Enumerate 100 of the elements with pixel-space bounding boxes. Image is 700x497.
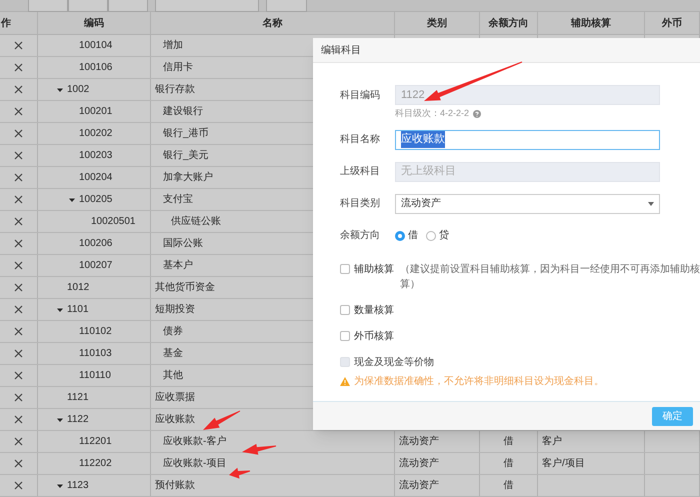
checkbox[interactable]: 数量核算 bbox=[340, 302, 394, 318]
delete-icon[interactable] bbox=[14, 217, 23, 226]
caret-icon[interactable] bbox=[69, 196, 75, 202]
delete-icon[interactable] bbox=[14, 415, 23, 424]
warning-icon bbox=[340, 376, 350, 386]
code-cell-text: 100201 bbox=[79, 105, 112, 119]
input-field: 无上级科目 bbox=[395, 162, 660, 182]
code-cell-text: 110110 bbox=[79, 369, 111, 383]
delete-icon[interactable] bbox=[14, 481, 23, 490]
radio-button[interactable]: 借 bbox=[395, 226, 418, 246]
checkbox[interactable]: 外币核算 bbox=[340, 328, 394, 344]
caret-icon[interactable] bbox=[57, 306, 63, 312]
column-header: 余额方向 bbox=[488, 16, 528, 30]
name-cell-text: 其他货币资金 bbox=[155, 280, 215, 295]
input-field: 1122 bbox=[395, 85, 660, 105]
table-cell-text: 流动资产 bbox=[399, 478, 439, 493]
table-cell-text: 客户 bbox=[542, 434, 562, 449]
delete-icon[interactable] bbox=[14, 459, 23, 468]
annotation-arrow bbox=[203, 410, 240, 430]
input-field[interactable]: 应收账款 bbox=[395, 130, 660, 150]
name-cell-text: 加拿大账户 bbox=[163, 170, 213, 185]
code-cell-text: 1123 bbox=[67, 479, 89, 493]
code-cell-text: 100106 bbox=[79, 61, 112, 75]
name-cell-text: 支付宝 bbox=[163, 192, 193, 207]
name-cell-text: 短期投资 bbox=[155, 302, 195, 317]
delete-icon[interactable] bbox=[14, 173, 23, 182]
code-cell-text: 100204 bbox=[79, 171, 112, 185]
delete-icon[interactable] bbox=[14, 283, 23, 292]
name-cell-text: 应收票据 bbox=[155, 390, 195, 405]
code-cell-text: 112201 bbox=[79, 435, 112, 449]
hint-text: （建议提前设置科目辅助核算，因为科目一经使用不可再添加辅助核算） bbox=[400, 262, 700, 292]
name-cell-text: 建设银行 bbox=[163, 104, 203, 119]
name-cell-text: 信用卡 bbox=[163, 60, 193, 75]
field-label: 上级科目 bbox=[340, 164, 381, 179]
column-header: 作 bbox=[1, 16, 11, 30]
name-cell-text: 应收账款-客户 bbox=[163, 434, 226, 449]
column-header: 编码 bbox=[84, 16, 104, 30]
delete-icon[interactable] bbox=[14, 371, 23, 380]
delete-icon[interactable] bbox=[14, 327, 23, 336]
code-cell-text: 1002 bbox=[67, 83, 90, 97]
name-cell-text: 增加 bbox=[163, 38, 183, 53]
delete-icon[interactable] bbox=[14, 151, 23, 160]
caret-icon[interactable] bbox=[57, 482, 63, 488]
name-cell-text: 应收账款-项目 bbox=[163, 456, 226, 471]
name-cell-text: 银行存款 bbox=[155, 83, 195, 97]
table-cell-text: 流动资产 bbox=[399, 456, 439, 471]
column-header: 类别 bbox=[427, 16, 447, 30]
name-cell-text: 其他 bbox=[163, 368, 183, 383]
annotation-arrow bbox=[242, 444, 276, 455]
table-cell-text: 借 bbox=[504, 457, 514, 471]
delete-icon[interactable] bbox=[14, 437, 23, 446]
column-header: 外币 bbox=[662, 16, 682, 30]
delete-icon[interactable] bbox=[14, 393, 23, 402]
caret-icon[interactable] bbox=[648, 202, 654, 206]
dialog-title: 编辑科目 bbox=[321, 44, 361, 58]
field-label: 科目编码 bbox=[340, 88, 381, 102]
caret-icon[interactable] bbox=[57, 86, 63, 92]
name-cell-text: 供应链公账 bbox=[171, 214, 221, 229]
field-label: 余额方向 bbox=[340, 228, 381, 243]
delete-icon[interactable] bbox=[14, 41, 23, 50]
delete-icon[interactable] bbox=[14, 349, 23, 358]
table-cell-text: 流动资产 bbox=[399, 434, 439, 449]
delete-icon[interactable] bbox=[14, 85, 23, 94]
radio-button[interactable]: 贷 bbox=[426, 226, 449, 246]
code-cell-text: 112202 bbox=[79, 457, 112, 471]
code-cell-text: 110102 bbox=[79, 325, 112, 339]
caret-icon[interactable] bbox=[57, 416, 63, 422]
delete-icon[interactable] bbox=[14, 129, 23, 138]
code-cell-text: 10020501 bbox=[91, 215, 136, 229]
code-cell-text: 1012 bbox=[67, 281, 90, 295]
code-cell-text: 100104 bbox=[79, 39, 112, 53]
delete-icon[interactable] bbox=[14, 195, 23, 204]
field-label: 科目名称 bbox=[340, 132, 381, 147]
code-cell-text: 100202 bbox=[79, 127, 112, 141]
name-cell-text: 预付账款 bbox=[155, 478, 195, 493]
annotation-arrow bbox=[229, 468, 250, 479]
code-cell-text: 100203 bbox=[79, 149, 112, 163]
delete-icon[interactable] bbox=[14, 305, 23, 314]
name-cell-text: 应收账款 bbox=[155, 412, 195, 427]
name-cell-text: 银行_港币 bbox=[163, 126, 209, 141]
column-header: 辅助核算 bbox=[571, 16, 611, 30]
warning-text: 为保准数据准确性，不允许将非明细科目设为现金科目。 bbox=[354, 374, 604, 388]
delete-icon[interactable] bbox=[14, 261, 23, 270]
checkbox[interactable]: 辅助核算 bbox=[340, 262, 394, 276]
table-cell-text: 客户/项目 bbox=[542, 456, 585, 471]
table-cell-text: 借 bbox=[504, 479, 514, 493]
delete-icon[interactable] bbox=[14, 63, 23, 72]
select-field[interactable]: 流动资产 bbox=[395, 194, 660, 214]
delete-icon[interactable] bbox=[14, 239, 23, 248]
name-cell-text: 国际公账 bbox=[163, 236, 203, 251]
code-cell-text: 100205 bbox=[79, 193, 112, 207]
code-cell-text: 100206 bbox=[79, 237, 112, 251]
column-header: 名称 bbox=[262, 16, 282, 30]
code-cell-text: 110103 bbox=[79, 347, 112, 361]
help-icon[interactable] bbox=[473, 110, 482, 118]
code-cell-text: 1101 bbox=[67, 303, 89, 317]
delete-icon[interactable] bbox=[14, 107, 23, 116]
code-cell-text: 100207 bbox=[79, 259, 112, 273]
name-cell-text: 基本户 bbox=[163, 258, 193, 273]
hint-text: 科目级次：4-2-2-2 bbox=[395, 107, 470, 120]
